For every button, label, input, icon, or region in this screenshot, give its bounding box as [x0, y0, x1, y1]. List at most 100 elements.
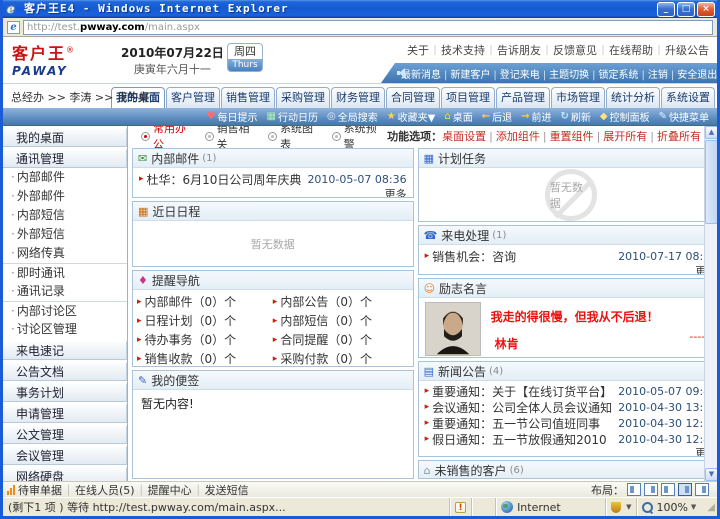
sidebar-header-call-notes[interactable]: 来电速记 — [3, 341, 127, 360]
tab-system-settings[interactable]: 系统设置 — [661, 87, 715, 108]
call-more-link[interactable]: 更多 — [425, 265, 717, 274]
zoom-control[interactable]: 100%▼ — [636, 498, 701, 516]
link-send-sms[interactable]: 发送短信 — [205, 484, 249, 497]
protected-mode-pane[interactable]: ▼ — [605, 498, 636, 516]
panel-internal-mail-header[interactable]: ✉ 内部邮件(1) — [133, 149, 413, 168]
sidebar-item-external-sms[interactable]: 外部短信 — [3, 225, 127, 244]
quick-link-latest-news[interactable]: 最新消息 — [401, 66, 450, 81]
tab-product-mgmt[interactable]: 产品管理 — [496, 87, 550, 108]
quick-link-register-call[interactable]: 登记来电 — [500, 66, 549, 81]
toolbar-control-panel[interactable]: ◆控制面板 — [600, 109, 650, 124]
scrollbar-up-button[interactable]: ▲ — [705, 126, 717, 139]
sidebar-header-my-desktop[interactable]: 我的桌面 — [3, 128, 127, 147]
top-link-feedback[interactable]: 反馈意见 — [553, 44, 609, 57]
maximize-button[interactable]: □ — [677, 2, 695, 17]
news-more-link[interactable]: 更多 — [425, 447, 717, 456]
news-item[interactable]: ▸ 重要通知：关于【在线订货平台】 2010-05-07 09:45 — [425, 383, 717, 399]
reminder-schedule-plans[interactable]: ▸日程计划（0）个 — [137, 311, 273, 330]
toolbar-action-calendar[interactable]: ▦行动日历 — [267, 109, 318, 124]
news-item[interactable]: ▸ 假日通知：五一节放假通知2010 2010-04-30 12:49 — [425, 431, 717, 447]
tab-purchase-mgmt[interactable]: 采购管理 — [276, 87, 330, 108]
panel-call-handling-header[interactable]: ☎ 来电处理(1) — [419, 226, 717, 245]
sidebar-header-applications[interactable]: 申请管理 — [3, 404, 127, 423]
tab-finance-mgmt[interactable]: 财务管理 — [331, 87, 385, 108]
tab-contract-mgmt[interactable]: 合同管理 — [386, 87, 440, 108]
layout-option-3-icon[interactable] — [661, 483, 675, 496]
toolbar-refresh[interactable]: ↻刷新 — [561, 109, 591, 124]
tab-project-mgmt[interactable]: 项目管理 — [441, 87, 495, 108]
top-link-tech-support[interactable]: 技术支持 — [441, 44, 497, 57]
panel-news-header[interactable]: ▤ 新闻公告(4) — [419, 362, 717, 381]
sidebar-header-official-docs[interactable]: 公文管理 — [3, 425, 127, 444]
toolbar-forward[interactable]: →前进 — [521, 109, 551, 124]
sidebar-header-comm-mgmt[interactable]: 通讯管理 — [3, 149, 127, 168]
quick-link-theme-switch[interactable]: 主题切换 — [549, 66, 598, 81]
layout-option-1-icon[interactable] — [627, 483, 641, 496]
layout-option-2-icon[interactable] — [644, 483, 658, 496]
sidebar-item-internal-sms[interactable]: 内部短信 — [3, 206, 127, 225]
reminder-contract-alerts[interactable]: ▸合同提醒（0）个 — [273, 330, 409, 349]
sidebar-item-comm-records[interactable]: 通讯记录 — [3, 282, 127, 301]
reminder-internal-announcements[interactable]: ▸内部公告（0）个 — [273, 292, 409, 311]
panel-recent-schedule-header[interactable]: ▦ 近日日程 — [133, 202, 413, 221]
layout-option-5-icon[interactable] — [695, 483, 709, 496]
panel-plan-tasks-header[interactable]: ▦ 计划任务 — [419, 149, 717, 168]
reminder-internal-sms[interactable]: ▸内部短信（0）个 — [273, 311, 409, 330]
panel-reminder-nav-header[interactable]: ♦ 提醒导航 — [133, 271, 413, 290]
mail-more-link[interactable]: 更多 — [139, 188, 407, 197]
news-item[interactable]: ▸ 会议通知：公司全体人员会议通知 2010-04-30 13:08 — [425, 399, 717, 415]
link-online-users[interactable]: 在线人员(5) — [75, 484, 148, 497]
sidebar-item-forum-mgmt[interactable]: 讨论区管理 — [3, 320, 127, 339]
reminder-purchase-payments[interactable]: ▸采购付款（0）个 — [273, 349, 409, 367]
toolbar-global-search[interactable]: ◎全局搜索 — [327, 109, 378, 124]
quick-link-safe-exit[interactable]: 安全退出 — [677, 66, 717, 81]
sidebar-item-instant-messaging[interactable]: 即时通讯 — [3, 263, 127, 282]
quick-link-new-customer[interactable]: 新建客户 — [450, 66, 499, 81]
panel-quotes-header[interactable]: ☺ 励志名言 — [419, 279, 717, 298]
sidebar-item-external-mail[interactable]: 外部邮件 — [3, 187, 127, 206]
mail-item[interactable]: ▸ 杜华：6月10日公司周年庆典 2010-05-07 08:36 — [139, 170, 407, 188]
toolbar-back[interactable]: ←后退 — [482, 109, 512, 124]
tab-customer-mgmt[interactable]: 客户管理 — [166, 87, 220, 108]
sidebar-header-meetings[interactable]: 会议管理 — [3, 446, 127, 465]
sidebar-header-announcement-docs[interactable]: 公告文档 — [3, 362, 127, 381]
link-desktop-settings[interactable]: 桌面设置 — [442, 130, 496, 143]
scrollbar-down-button[interactable]: ▼ — [705, 468, 717, 481]
top-link-upgrade-notice[interactable]: 升级公告 — [665, 44, 709, 57]
layout-option-4-icon[interactable] — [678, 483, 692, 496]
top-link-tell-friend[interactable]: 告诉朋友 — [497, 44, 553, 57]
sidebar-header-task-plans[interactable]: 事务计划 — [3, 383, 127, 402]
tab-market-mgmt[interactable]: 市场管理 — [551, 87, 605, 108]
sidebar-header-network-disk[interactable]: 网络硬盘 — [3, 467, 127, 481]
radio-system-charts[interactable] — [268, 132, 277, 141]
toolbar-daily-tip[interactable]: ♥每日提示 — [207, 109, 258, 124]
link-collapse-all[interactable]: 折叠所有 — [657, 130, 701, 143]
toolbar-favorites[interactable]: ★收藏夹▼ — [387, 109, 436, 124]
radio-sales-related[interactable] — [205, 132, 214, 141]
quick-link-lock-system[interactable]: 锁定系统 — [599, 66, 648, 81]
tab-stats-analysis[interactable]: 统计分析 — [606, 87, 660, 108]
tab-sales-mgmt[interactable]: 销售管理 — [221, 87, 275, 108]
link-add-widget[interactable]: 添加组件 — [496, 130, 550, 143]
sidebar-item-internal-forum[interactable]: 内部讨论区 — [3, 301, 127, 320]
toolbar-desktop[interactable]: ⌂桌面 — [444, 109, 472, 124]
radio-system-alerts[interactable] — [332, 132, 341, 141]
minimize-button[interactable]: _ — [657, 2, 675, 17]
link-expand-all[interactable]: 展开所有 — [603, 130, 657, 143]
reminder-todo-tasks[interactable]: ▸待办事务（0）个 — [137, 330, 273, 349]
link-pending-documents[interactable]: 待审单据 — [18, 484, 75, 497]
sidebar-item-network-fax[interactable]: 网络传真 — [3, 244, 127, 263]
panel-unsold-customers-header[interactable]: ⌂ 未销售的客户(6) — [419, 461, 717, 479]
close-button[interactable]: × — [697, 2, 715, 17]
link-reset-widgets[interactable]: 重置组件 — [550, 130, 604, 143]
news-item[interactable]: ▸ 重要通知：五一节公司值班同事 2010-04-30 12:58 — [425, 415, 717, 431]
scrollbar-thumb[interactable] — [705, 140, 717, 224]
quick-link-logout[interactable]: 注销 — [648, 66, 677, 81]
call-item[interactable]: ▸ 销售机会：咨询 2010-07-17 08:34 — [425, 247, 717, 265]
url-field[interactable]: http://test.pwway.com/main.aspx — [23, 20, 713, 35]
reminder-sales-receipts[interactable]: ▸销售收款（0）个 — [137, 349, 273, 367]
sidebar-item-internal-mail[interactable]: 内部邮件 — [3, 168, 127, 187]
toolbar-quick-menu[interactable]: ✎快捷菜单 — [659, 109, 709, 124]
reminder-internal-mail[interactable]: ▸内部邮件（0）个 — [137, 292, 273, 311]
link-reminder-center[interactable]: 提醒中心 — [148, 484, 205, 497]
